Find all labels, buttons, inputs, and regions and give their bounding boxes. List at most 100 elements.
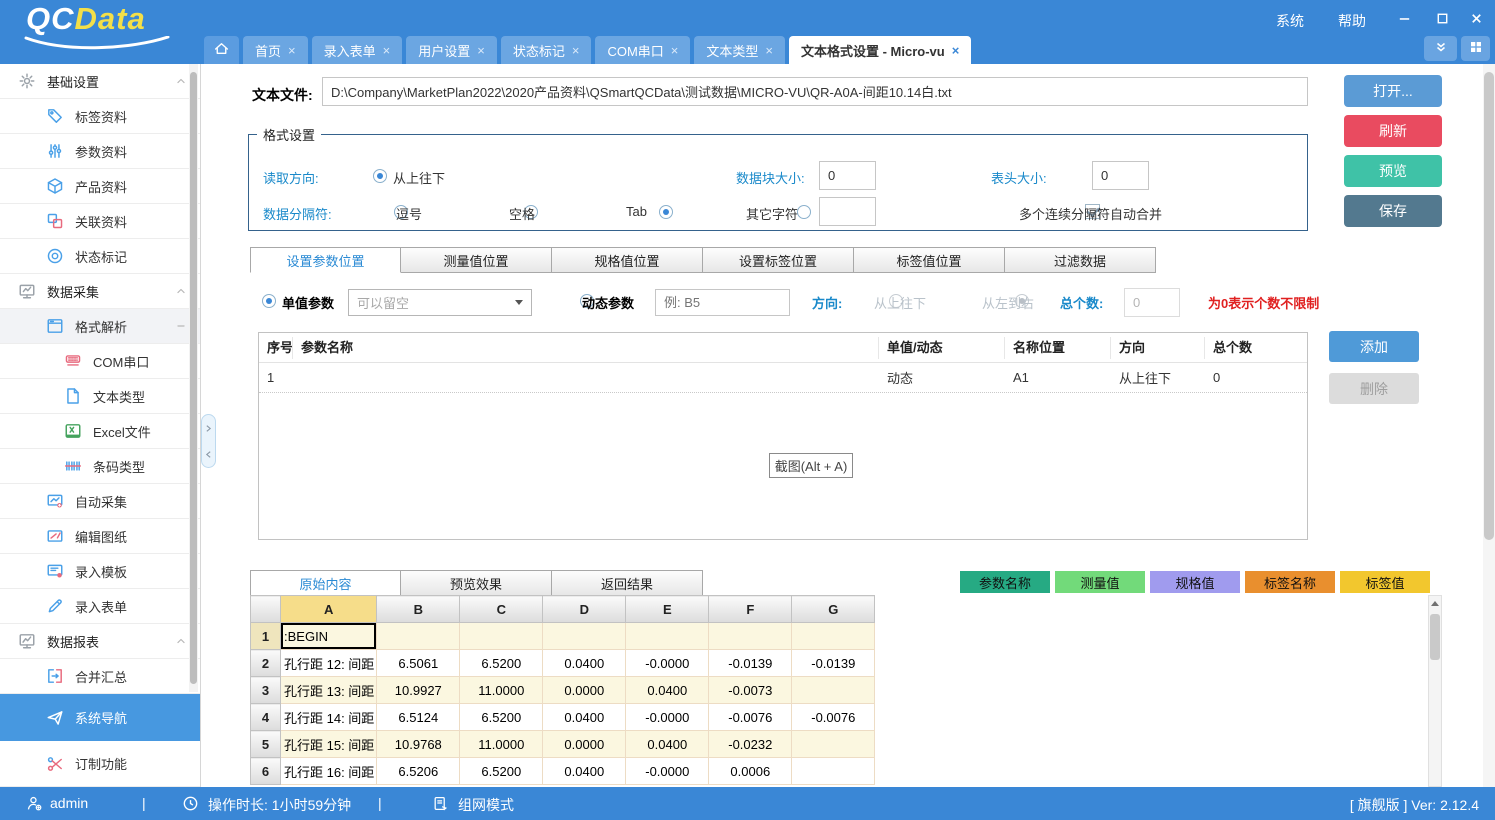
cell-E4[interactable]: -0.0000 bbox=[626, 704, 709, 731]
other-separator-input[interactable] bbox=[819, 197, 876, 226]
open-button[interactable]: 打开... bbox=[1344, 75, 1442, 107]
sidebar-item-status-mark[interactable]: 状态标记 bbox=[0, 239, 200, 274]
sidebar-item-entry-form[interactable]: 录入表单 bbox=[0, 589, 200, 624]
cell-A6[interactable]: 孔行距 16: 间距 bbox=[281, 758, 377, 785]
sheet-corner-cell[interactable] bbox=[251, 596, 281, 623]
tab-filter-data[interactable]: 过滤数据 bbox=[1005, 247, 1156, 273]
cell-C5[interactable]: 11.0000 bbox=[460, 731, 543, 758]
cell-G4[interactable]: -0.0076 bbox=[792, 704, 875, 731]
row-header-2[interactable]: 2 bbox=[251, 650, 281, 677]
single-param-select[interactable]: 可以留空 bbox=[348, 289, 532, 316]
sidebar-item-data-report[interactable]: 数据报表 bbox=[0, 624, 200, 659]
close-tab-icon[interactable]: × bbox=[765, 44, 773, 57]
row-header-5[interactable]: 5 bbox=[251, 731, 281, 758]
cell-G6[interactable] bbox=[792, 758, 875, 785]
close-button[interactable] bbox=[1464, 7, 1488, 29]
cell-B6[interactable]: 6.5206 bbox=[377, 758, 460, 785]
sidebar-item-label-data[interactable]: 标签资料 bbox=[0, 99, 200, 134]
chevron-up-icon[interactable] bbox=[174, 284, 188, 298]
save-button[interactable]: 保存 bbox=[1344, 195, 1442, 227]
header-size-input[interactable] bbox=[1092, 161, 1149, 190]
tab-label-value-position[interactable]: 标签值位置 bbox=[854, 247, 1005, 273]
cell-A4[interactable]: 孔行距 14: 间距 bbox=[281, 704, 377, 731]
cell-D5[interactable]: 0.0000 bbox=[543, 731, 626, 758]
collapse-tabs-button[interactable] bbox=[1424, 36, 1457, 61]
tab-home[interactable] bbox=[204, 36, 239, 64]
tab-measure-value-position[interactable]: 测量值位置 bbox=[401, 247, 552, 273]
cell-B1[interactable] bbox=[377, 623, 460, 650]
cell-D2[interactable]: 0.0400 bbox=[543, 650, 626, 677]
cell-G2[interactable]: -0.0139 bbox=[792, 650, 875, 677]
col-header-A[interactable]: A bbox=[281, 596, 377, 623]
sidebar-item-merge-summary[interactable]: 合并汇总 bbox=[0, 659, 200, 694]
cell-A3[interactable]: 孔行距 13: 间距 bbox=[281, 677, 377, 704]
row-header-4[interactable]: 4 bbox=[251, 704, 281, 731]
cell-G5[interactable] bbox=[792, 731, 875, 758]
cell-A5[interactable]: 孔行距 15: 间距 bbox=[281, 731, 377, 758]
cell-E1[interactable] bbox=[626, 623, 709, 650]
block-size-input[interactable] bbox=[819, 161, 876, 190]
sidebar-item-barcode-type[interactable]: 条码类型 bbox=[0, 449, 200, 484]
tab-set-param-position[interactable]: 设置参数位置 bbox=[250, 247, 401, 273]
tab-com-serial[interactable]: COM串口× bbox=[595, 36, 690, 64]
cell-E3[interactable]: 0.0400 bbox=[626, 677, 709, 704]
cell-D1[interactable] bbox=[543, 623, 626, 650]
cell-B5[interactable]: 10.9768 bbox=[377, 731, 460, 758]
cell-D6[interactable]: 0.0400 bbox=[543, 758, 626, 785]
cell-F1[interactable] bbox=[709, 623, 792, 650]
sidebar-item-excel-file[interactable]: Excel文件 bbox=[0, 414, 200, 449]
tab-return-result[interactable]: 返回结果 bbox=[552, 570, 703, 596]
read-direction-radio-top-down[interactable] bbox=[373, 169, 387, 183]
tab-grid-button[interactable] bbox=[1461, 36, 1490, 61]
screenshot-button[interactable]: 截图(Alt + A) bbox=[769, 453, 853, 478]
cell-A1[interactable]: :BEGIN bbox=[281, 623, 377, 650]
single-param-radio[interactable] bbox=[262, 294, 276, 308]
chevron-up-icon[interactable] bbox=[174, 74, 188, 88]
spreadsheet-scrollbar[interactable] bbox=[1428, 595, 1442, 787]
tab-raw-content[interactable]: 原始内容 bbox=[250, 570, 401, 596]
refresh-button[interactable]: 刷新 bbox=[1344, 115, 1442, 147]
cell-E2[interactable]: -0.0000 bbox=[626, 650, 709, 677]
sidebar-item-auto-collect[interactable]: 自动采集 bbox=[0, 484, 200, 519]
sidebar-scrollbar-thumb[interactable] bbox=[190, 72, 197, 684]
cell-E6[interactable]: -0.0000 bbox=[626, 758, 709, 785]
minimize-button[interactable] bbox=[1392, 7, 1416, 29]
sidebar-item-format-parse[interactable]: 格式解析 bbox=[0, 309, 200, 344]
cell-A2[interactable]: 孔行距 12: 间距 bbox=[281, 650, 377, 677]
delete-button[interactable]: 删除 bbox=[1329, 373, 1419, 404]
sidebar-item-data-collect[interactable]: 数据采集 bbox=[0, 274, 200, 309]
sidebar-item-basic-settings[interactable]: 基础设置 bbox=[0, 64, 200, 99]
close-tab-icon[interactable]: × bbox=[952, 44, 960, 57]
sidebar-item-product-data[interactable]: 产品资料 bbox=[0, 169, 200, 204]
menu-system[interactable]: 系统 bbox=[1276, 11, 1304, 31]
tab-homepage[interactable]: 首页× bbox=[243, 36, 308, 64]
row-header-1[interactable]: 1 bbox=[251, 623, 281, 650]
cell-F2[interactable]: -0.0139 bbox=[709, 650, 792, 677]
spreadsheet-scrollbar-thumb[interactable] bbox=[1430, 614, 1440, 660]
add-button[interactable]: 添加 bbox=[1329, 331, 1419, 362]
collapse-minus-icon[interactable] bbox=[174, 319, 188, 333]
close-tab-icon[interactable]: × bbox=[572, 44, 580, 57]
maximize-button[interactable] bbox=[1430, 7, 1454, 29]
cell-C2[interactable]: 6.5200 bbox=[460, 650, 543, 677]
cell-F3[interactable]: -0.0073 bbox=[709, 677, 792, 704]
row-header-3[interactable]: 3 bbox=[251, 677, 281, 704]
sidebar-item-relation-data[interactable]: 关联资料 bbox=[0, 204, 200, 239]
cell-C3[interactable]: 11.0000 bbox=[460, 677, 543, 704]
tab-set-label-position[interactable]: 设置标签位置 bbox=[703, 247, 854, 273]
sidebar-item-text-type[interactable]: 文本类型 bbox=[0, 379, 200, 414]
col-header-D[interactable]: D bbox=[543, 596, 626, 623]
cell-D3[interactable]: 0.0000 bbox=[543, 677, 626, 704]
tab-text-format-settings[interactable]: 文本格式设置 - Micro-vu× bbox=[789, 36, 971, 64]
cell-B4[interactable]: 6.5124 bbox=[377, 704, 460, 731]
col-header-G[interactable]: G bbox=[792, 596, 875, 623]
tab-text-type[interactable]: 文本类型× bbox=[694, 36, 785, 64]
tab-entry-form[interactable]: 录入表单× bbox=[312, 36, 403, 64]
sidebar-item-custom-func[interactable]: 订制功能 bbox=[0, 741, 200, 787]
close-tab-icon[interactable]: × bbox=[288, 44, 296, 57]
col-header-C[interactable]: C bbox=[460, 596, 543, 623]
sidebar-item-entry-template[interactable]: 录入模板 bbox=[0, 554, 200, 589]
close-tab-icon[interactable]: × bbox=[671, 44, 679, 57]
close-tab-icon[interactable]: × bbox=[477, 44, 485, 57]
col-header-B[interactable]: B bbox=[377, 596, 460, 623]
